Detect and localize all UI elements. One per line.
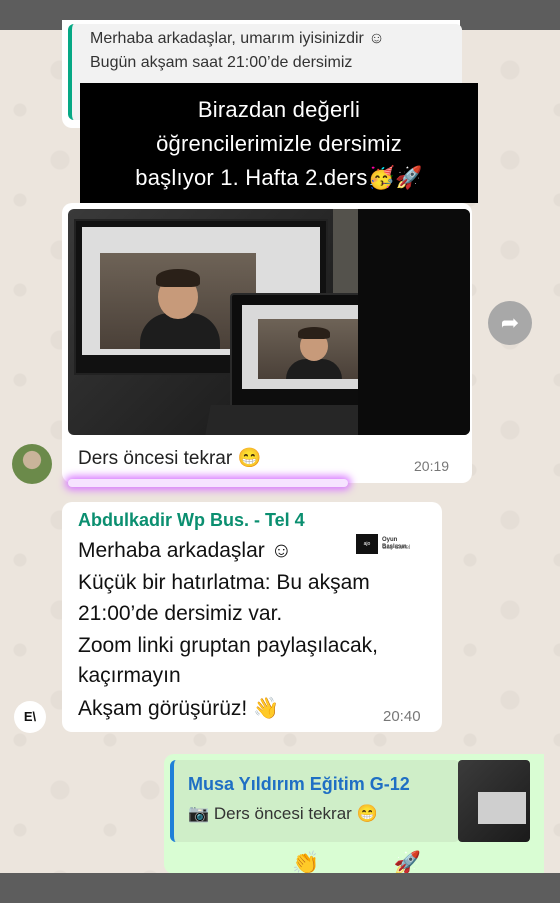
message-line: kaçırmayın — [78, 664, 181, 687]
person-hair — [156, 269, 200, 287]
banner-line-1: Birazdan değerli — [197, 97, 361, 122]
message-line: Küçük bir hatırlatma: Bu akşam — [78, 571, 370, 594]
reply-quote[interactable] — [170, 760, 460, 842]
message-line: Akşam görüşürüz! 👋 — [78, 697, 280, 720]
small-avatar[interactable]: E\ — [14, 701, 46, 733]
preview-subtitle: Can Canel — [382, 545, 411, 551]
highlight-underline — [68, 479, 348, 487]
banner-line-3: başlıyor 1. Hafta 2.ders🥳🚀 — [135, 165, 423, 190]
reply-quoted-name: Musa Yıldırım Eğitim G-12 — [188, 774, 410, 794]
photo-caption: Ders öncesi tekrar 😁 — [78, 448, 262, 469]
message-time: 20:40 — [383, 708, 421, 725]
message-time: 20:19 — [414, 458, 450, 474]
person-hair — [298, 327, 330, 339]
message-line: Zoom linki gruptan paylaşılacak, — [78, 634, 378, 657]
dark-background — [358, 209, 470, 435]
forward-icon[interactable]: ➦ — [488, 301, 532, 345]
avatar[interactable] — [12, 444, 52, 484]
preview-thumbnail: ajo — [356, 534, 378, 554]
laptop-video-frame — [258, 319, 368, 379]
person-body — [286, 359, 342, 379]
bottom-status-bar — [0, 873, 560, 903]
message-line: 21:00’de dersimiz var. — [78, 602, 283, 625]
quoted-line-1: Merhaba arkadaşlar, umarım iyisinizdir ☺ — [90, 30, 385, 47]
thumbnail-screen — [478, 792, 526, 824]
story-text-banner: Birazdan değerli öğrencilerimizle dersim… — [80, 83, 478, 203]
sender-name[interactable]: Abdulkadir Wp Bus. - Tel 4 — [78, 510, 305, 531]
lesson-photo[interactable] — [68, 209, 470, 435]
message-line: Merhaba arkadaşlar ☺ — [78, 539, 293, 562]
quoted-line-2: Bugün akşam saat 21:00’de dersimiz — [90, 54, 353, 71]
reply-quoted-text: 📷 Ders öncesi tekrar 😁 — [188, 804, 378, 823]
banner-line-2: öğrencilerimizle dersimiz — [156, 131, 402, 156]
reply-thumbnail — [458, 760, 530, 842]
link-preview-sticker[interactable]: ajo Oyun Başlasın Can Canel — [356, 534, 422, 556]
